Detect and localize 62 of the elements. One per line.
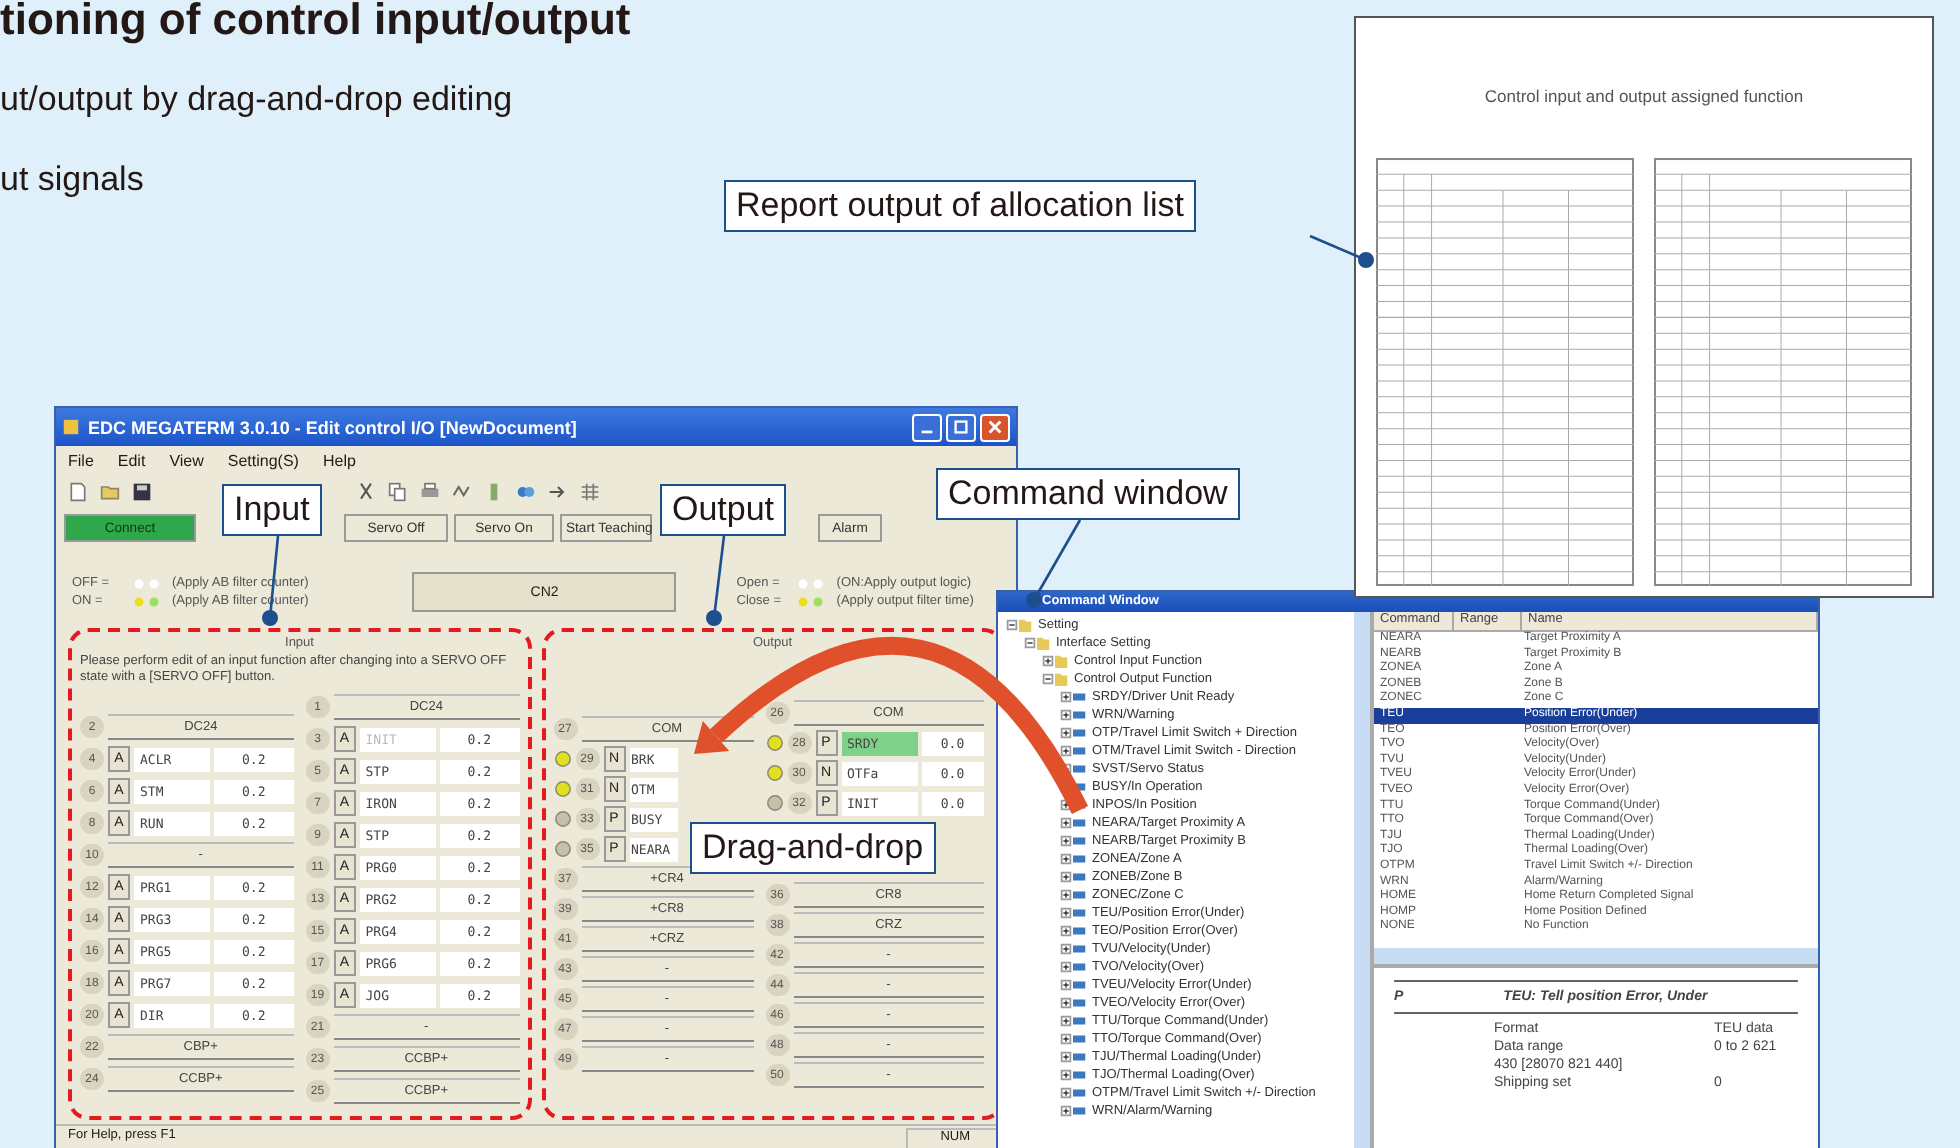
signal-icon bbox=[1060, 1032, 1086, 1046]
menu-item[interactable]: Setting(S) bbox=[227, 451, 299, 469]
print-icon[interactable] bbox=[420, 482, 440, 502]
status-dots-icon bbox=[132, 595, 164, 607]
signal-icon bbox=[1060, 924, 1086, 938]
folder-icon[interactable] bbox=[100, 482, 120, 502]
report-title: Control input and output assigned function bbox=[1482, 86, 1806, 106]
signal-icon bbox=[1060, 888, 1086, 902]
signal-icon bbox=[1060, 708, 1086, 722]
signal-icon bbox=[1060, 978, 1086, 992]
signal-icon bbox=[1060, 1104, 1086, 1118]
signal-icon bbox=[1060, 744, 1086, 758]
signal-icon bbox=[1060, 996, 1086, 1010]
cut-icon[interactable] bbox=[356, 482, 376, 502]
callout-label: Output bbox=[660, 484, 787, 536]
folder-icon[interactable] bbox=[1042, 672, 1068, 686]
grid-icon[interactable] bbox=[580, 482, 600, 502]
save-icon[interactable] bbox=[132, 482, 152, 502]
page-heading: tioning of control input/output bbox=[0, 0, 631, 44]
leader-line bbox=[706, 535, 726, 626]
signal-icon bbox=[1060, 1068, 1086, 1082]
wave-icon[interactable] bbox=[452, 482, 472, 502]
folder-icon[interactable] bbox=[1006, 618, 1032, 632]
callout-label: Report output of allocation list bbox=[724, 180, 1196, 232]
signal-icon bbox=[1060, 870, 1086, 884]
menu-item[interactable]: File bbox=[68, 451, 94, 469]
intro-text: ut/output by drag-and-drop editing bbox=[0, 80, 515, 120]
window-title: EDC MEGATERM 3.0.10 - Edit control I/O [NewDocument] bbox=[88, 417, 579, 437]
scrollbar[interactable] bbox=[1354, 612, 1370, 1148]
close-button[interactable] bbox=[980, 413, 1010, 441]
close-icon bbox=[986, 418, 1004, 436]
callout-label: Drag-and-drop bbox=[690, 822, 936, 874]
status-dots-icon bbox=[132, 577, 164, 589]
callout-label: Command window bbox=[936, 468, 1240, 520]
scrollbar[interactable] bbox=[1374, 948, 1818, 964]
maximize-button[interactable] bbox=[946, 413, 976, 441]
signal-icon bbox=[1060, 852, 1086, 866]
app-icon bbox=[62, 418, 80, 436]
menu-item[interactable]: Edit bbox=[117, 451, 146, 469]
maximize-icon bbox=[952, 418, 970, 436]
signal-icon bbox=[1060, 1086, 1086, 1100]
intro-text: ut signals bbox=[0, 160, 146, 200]
folder-icon[interactable] bbox=[1024, 636, 1050, 650]
copy-icon[interactable] bbox=[388, 482, 408, 502]
minimize-button[interactable] bbox=[912, 413, 942, 441]
signal-icon bbox=[1060, 834, 1086, 848]
callout-label: Input bbox=[222, 484, 322, 536]
leader-line bbox=[1309, 234, 1374, 268]
new-document-icon[interactable] bbox=[68, 482, 88, 502]
signal-icon bbox=[1060, 942, 1086, 956]
signal-icon bbox=[1060, 762, 1086, 776]
signal-icon bbox=[1060, 960, 1086, 974]
menu-item[interactable]: Help bbox=[322, 451, 356, 469]
signal-icon bbox=[1060, 690, 1086, 704]
signal-icon bbox=[1060, 906, 1086, 920]
signal-icon bbox=[1060, 1050, 1086, 1064]
folder-icon[interactable] bbox=[1042, 654, 1068, 668]
signal-icon bbox=[1060, 726, 1086, 740]
arrow-icon[interactable] bbox=[548, 482, 568, 502]
signal-icon bbox=[1060, 816, 1086, 830]
signal-icon bbox=[1060, 1014, 1086, 1028]
menu-item[interactable]: View bbox=[169, 451, 204, 469]
